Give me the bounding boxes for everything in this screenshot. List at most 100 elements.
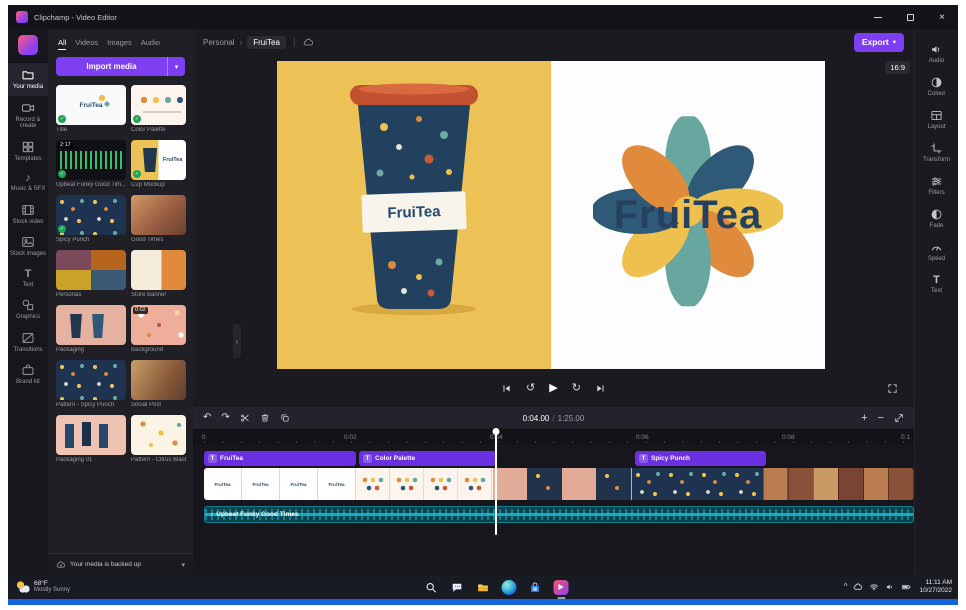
timeline-ruler[interactable]: 0 0:02 0:04 0:06 0:08 0:1 [193, 429, 914, 445]
sidebar-item-brand-kit[interactable]: Brand kit [8, 358, 48, 391]
tool-filters[interactable]: Filters [915, 169, 958, 202]
chevron-down-icon[interactable]: ▾ [181, 561, 185, 569]
media-panel: All Videos Images Audio Import media ▾ ✓… [48, 29, 193, 575]
fullscreen-button[interactable] [887, 383, 898, 394]
media-item-social-post[interactable]: Social Post [131, 360, 186, 408]
split-button[interactable] [240, 413, 250, 423]
zoom-fit-button[interactable] [894, 413, 904, 423]
sidebar-item-transitions[interactable]: Transitions [8, 326, 48, 359]
close-button[interactable]: × [926, 5, 958, 29]
tab-images[interactable]: Images [107, 38, 132, 47]
clipchamp-app-logo[interactable] [18, 35, 38, 55]
tab-audio[interactable]: Audio [141, 38, 160, 47]
file-explorer-icon[interactable] [476, 580, 491, 595]
clip-photo-frames[interactable] [763, 468, 914, 500]
media-item-pattern-citrus-blast[interactable]: Pattern - Citrus Blast [131, 415, 186, 463]
sidebar-item-music-sfx[interactable]: ♪ Music & SFX [8, 167, 48, 198]
edge-browser-icon[interactable] [502, 580, 517, 595]
media-item-personas[interactable]: Personas [56, 250, 126, 298]
tool-text[interactable]: T Text [915, 268, 958, 300]
tab-all[interactable]: All [58, 38, 66, 47]
redo-button[interactable]: ↷ [221, 413, 229, 423]
video-track[interactable]: FruiTea FruiTea FruiTea FruiTea [204, 468, 914, 500]
media-item-background[interactable]: 0:02 Background [131, 305, 186, 353]
import-media-button[interactable]: Import media [56, 57, 167, 76]
battery-icon[interactable] [901, 582, 911, 592]
clip-title-frames[interactable]: FruiTea FruiTea FruiTea FruiTea [204, 468, 356, 500]
tool-audio[interactable]: Audio [915, 37, 958, 70]
breadcrumb-root[interactable]: Personal [203, 38, 235, 47]
sidebar-item-record-create[interactable]: Record & create [8, 96, 48, 135]
panel-collapse-handle[interactable]: ‹ [233, 324, 241, 358]
media-item-good-times[interactable]: Good Times [131, 195, 186, 243]
text-clip-color-palette[interactable]: T Color Palette [359, 451, 496, 466]
project-title[interactable]: FruiTea [247, 36, 286, 49]
weather-widget[interactable]: 68°F Mostly Sunny [8, 580, 78, 595]
current-time: 0:04.00 [523, 414, 550, 423]
video-preview[interactable]: FruiTea [277, 61, 825, 369]
media-item-spicy-punch[interactable]: ✓ Spicy Punch [56, 195, 126, 243]
clip-pattern-frames[interactable] [632, 468, 763, 500]
media-item-label: Title [56, 127, 126, 133]
media-item-packaging[interactable]: Packaging [56, 305, 126, 353]
zoom-out-button[interactable]: − [878, 413, 884, 424]
audio-track[interactable]: ♪ Upbeat Funky Good Times [204, 506, 914, 523]
start-button[interactable] [398, 580, 413, 595]
media-item-cup-mockup[interactable]: ✓FruiTea Cup Mockup [131, 140, 186, 188]
play-button[interactable]: ▶ [549, 383, 557, 394]
media-item-color-palette[interactable]: ✓ Color Palette [131, 85, 186, 133]
tab-videos[interactable]: Videos [75, 38, 98, 47]
tray-chevron-icon[interactable]: ^ [844, 583, 848, 591]
text-clip-spicy-punch[interactable]: T Spicy Punch [635, 451, 766, 466]
playhead-handle[interactable] [493, 428, 500, 435]
undo-button[interactable]: ↶ [203, 413, 211, 423]
media-item-title[interactable]: ✓FruiTea Title [56, 85, 126, 133]
title-bar: Clipchamp - Video Editor × [8, 5, 958, 29]
text-clip-fruitea[interactable]: T FruiTea [204, 451, 356, 466]
duplicate-button[interactable] [280, 413, 290, 423]
audio-waveform [60, 151, 122, 169]
tool-transform[interactable]: Transform [915, 136, 958, 169]
export-button[interactable]: Export ▾ [854, 33, 904, 52]
zoom-in-button[interactable]: + [861, 413, 867, 424]
shapes-icon [21, 298, 35, 312]
wifi-icon[interactable] [869, 582, 879, 592]
delete-button[interactable] [260, 413, 270, 423]
tool-fade[interactable]: Fade [915, 202, 958, 235]
taskbar-clock[interactable]: 11:11 AM 10/27/2022 [919, 579, 952, 595]
media-item-store-banner[interactable]: Store Banner [131, 250, 186, 298]
clipchamp-taskbar-icon[interactable] [554, 580, 569, 595]
forward-button[interactable]: ↻ [572, 383, 581, 394]
import-media-dropdown[interactable]: ▾ [167, 57, 185, 76]
backup-status-bar[interactable]: Your media is backed up ▾ [48, 553, 193, 575]
tool-layout[interactable]: Layout [915, 103, 958, 136]
media-item-pattern-spicy-punch[interactable]: Pattern - Spicy Punch [56, 360, 126, 408]
playhead[interactable] [495, 430, 497, 535]
clip-packaging-frames[interactable] [493, 468, 632, 500]
sidebar-item-stock-images[interactable]: Stock images [8, 230, 48, 263]
media-item-audio-upbeat[interactable]: 2:17✓ Upbeat Funky Good Tim... [56, 140, 126, 188]
sidebar-item-stock-video[interactable]: Stock video [8, 198, 48, 231]
total-time: 1:25.00 [558, 414, 585, 423]
aspect-ratio-badge[interactable]: 16:9 [885, 61, 910, 74]
tool-colour[interactable]: Colour [915, 70, 958, 103]
microsoft-store-icon[interactable] [528, 580, 543, 595]
tool-speed[interactable]: Speed [915, 235, 958, 268]
skip-end-button[interactable] [595, 383, 606, 394]
skip-start-button[interactable] [501, 383, 512, 394]
chat-icon[interactable] [450, 580, 465, 595]
clip-color-palette-frames[interactable] [356, 468, 493, 500]
rewind-button[interactable]: ↺ [526, 383, 535, 394]
sidebar-item-templates[interactable]: Templates [8, 135, 48, 168]
search-icon[interactable] [424, 580, 439, 595]
minimize-button[interactable] [862, 5, 894, 29]
weather-desc: Mostly Sunny [34, 587, 70, 595]
media-item-label: Upbeat Funky Good Tim... [56, 182, 126, 188]
sidebar-item-your-media[interactable]: Your media [8, 63, 48, 96]
maximize-button[interactable] [894, 5, 926, 29]
media-item-packaging-01[interactable]: Packaging 01 [56, 415, 126, 463]
onedrive-icon[interactable] [853, 582, 863, 592]
sidebar-item-text[interactable]: T Text [8, 263, 48, 294]
volume-icon[interactable] [885, 582, 895, 592]
sidebar-item-graphics[interactable]: Graphics [8, 293, 48, 326]
